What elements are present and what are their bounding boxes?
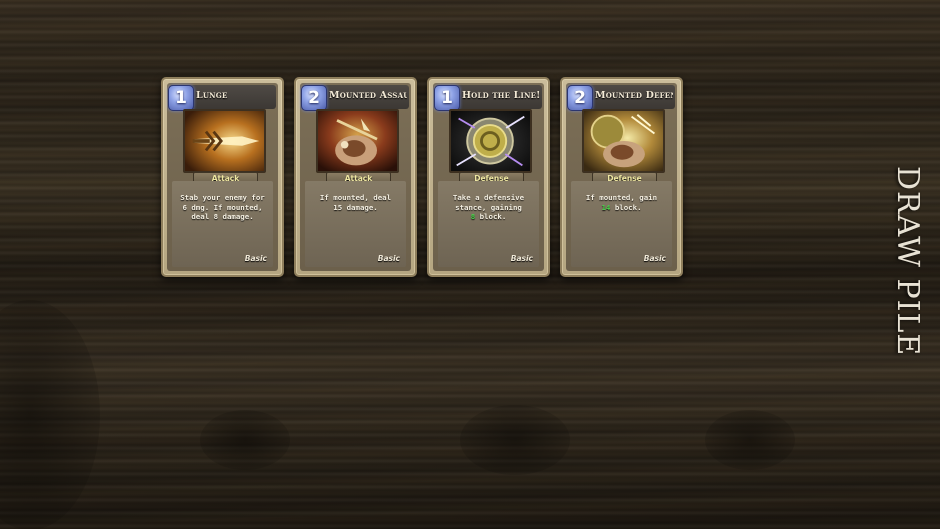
card-lunge[interactable]: 1 Lunge Attack Stab your enemy for 6 dmg… [161,77,284,277]
description-line: 8 block. [439,212,538,222]
card-title-bar: 1 Lunge [168,85,276,111]
description-line: 14 block. [572,203,671,213]
draw-pile-label: DRAW PILE [890,166,925,357]
card-body: 2 Mounted Assault [300,83,411,271]
description-line: Stab your enemy for [180,193,265,202]
card-name: Hold the Line! [462,90,540,101]
cost-badge: 1 [168,85,194,111]
description-line: stance, gaining [455,202,522,212]
description-line: If mounted, gain [585,193,658,202]
description-line: 15 damage. [333,202,378,212]
description-line: If mounted, deal [319,193,392,202]
table-shadow [200,410,290,470]
table-shadow [460,405,570,475]
shield-icon [449,109,532,173]
card-title-bar: 2 Mounted Assault [301,85,409,111]
table-shadow [0,300,100,529]
card-hold-the-line[interactable]: 1 Hold the Line! Defense Take a defensiv… [427,77,550,277]
card-description: Take a defensive stance, gaining 8 block… [439,193,538,222]
card-description: If mounted, deal 15 damage. [306,193,405,212]
card-mounted-assault[interactable]: 2 Mounted Assault [294,77,417,277]
mounted-assault-icon [316,109,399,173]
card-title-bar: 2 Mounted Defense [567,85,675,111]
card-rarity: Basic [510,254,533,263]
card-description: Stab your enemy for 6 dmg. If mounted, d… [173,193,272,222]
draw-pile[interactable]: DRAW PILE [880,166,934,366]
mounted-defense-icon [582,109,665,173]
card-rarity: Basic [643,254,666,263]
card-rarity: Basic [377,254,400,263]
cost-badge: 2 [301,85,327,111]
card-body: 2 Mounted Defense [566,83,677,271]
cost-badge: 2 [567,85,593,111]
description-line: 6 dmg. If mounted, [182,202,263,212]
lunge-spear-icon [183,109,266,173]
card-name: Mounted Defense [595,90,673,101]
table-shadow [705,410,795,470]
card-body: 1 Hold the Line! Defense Take a defensiv… [433,83,544,271]
description-line: Take a defensive [452,193,525,202]
cost-badge: 1 [434,85,460,111]
card-mounted-defense[interactable]: 2 Mounted Defense [560,77,683,277]
card-title-bar: 1 Hold the Line! [434,85,542,111]
card-name: Lunge [196,90,228,101]
card-description: If mounted, gain 14 block. [572,193,671,212]
card-hand: 1 Lunge Attack Stab your enemy for 6 dmg… [161,77,686,277]
card-name: Mounted Assault [329,90,407,101]
card-body: 1 Lunge Attack Stab your enemy for 6 dmg… [167,83,278,271]
description-suffix: block. [475,212,507,222]
description-line: deal 8 damage. [191,212,254,222]
card-rarity: Basic [244,254,267,263]
description-suffix: block. [610,202,642,212]
